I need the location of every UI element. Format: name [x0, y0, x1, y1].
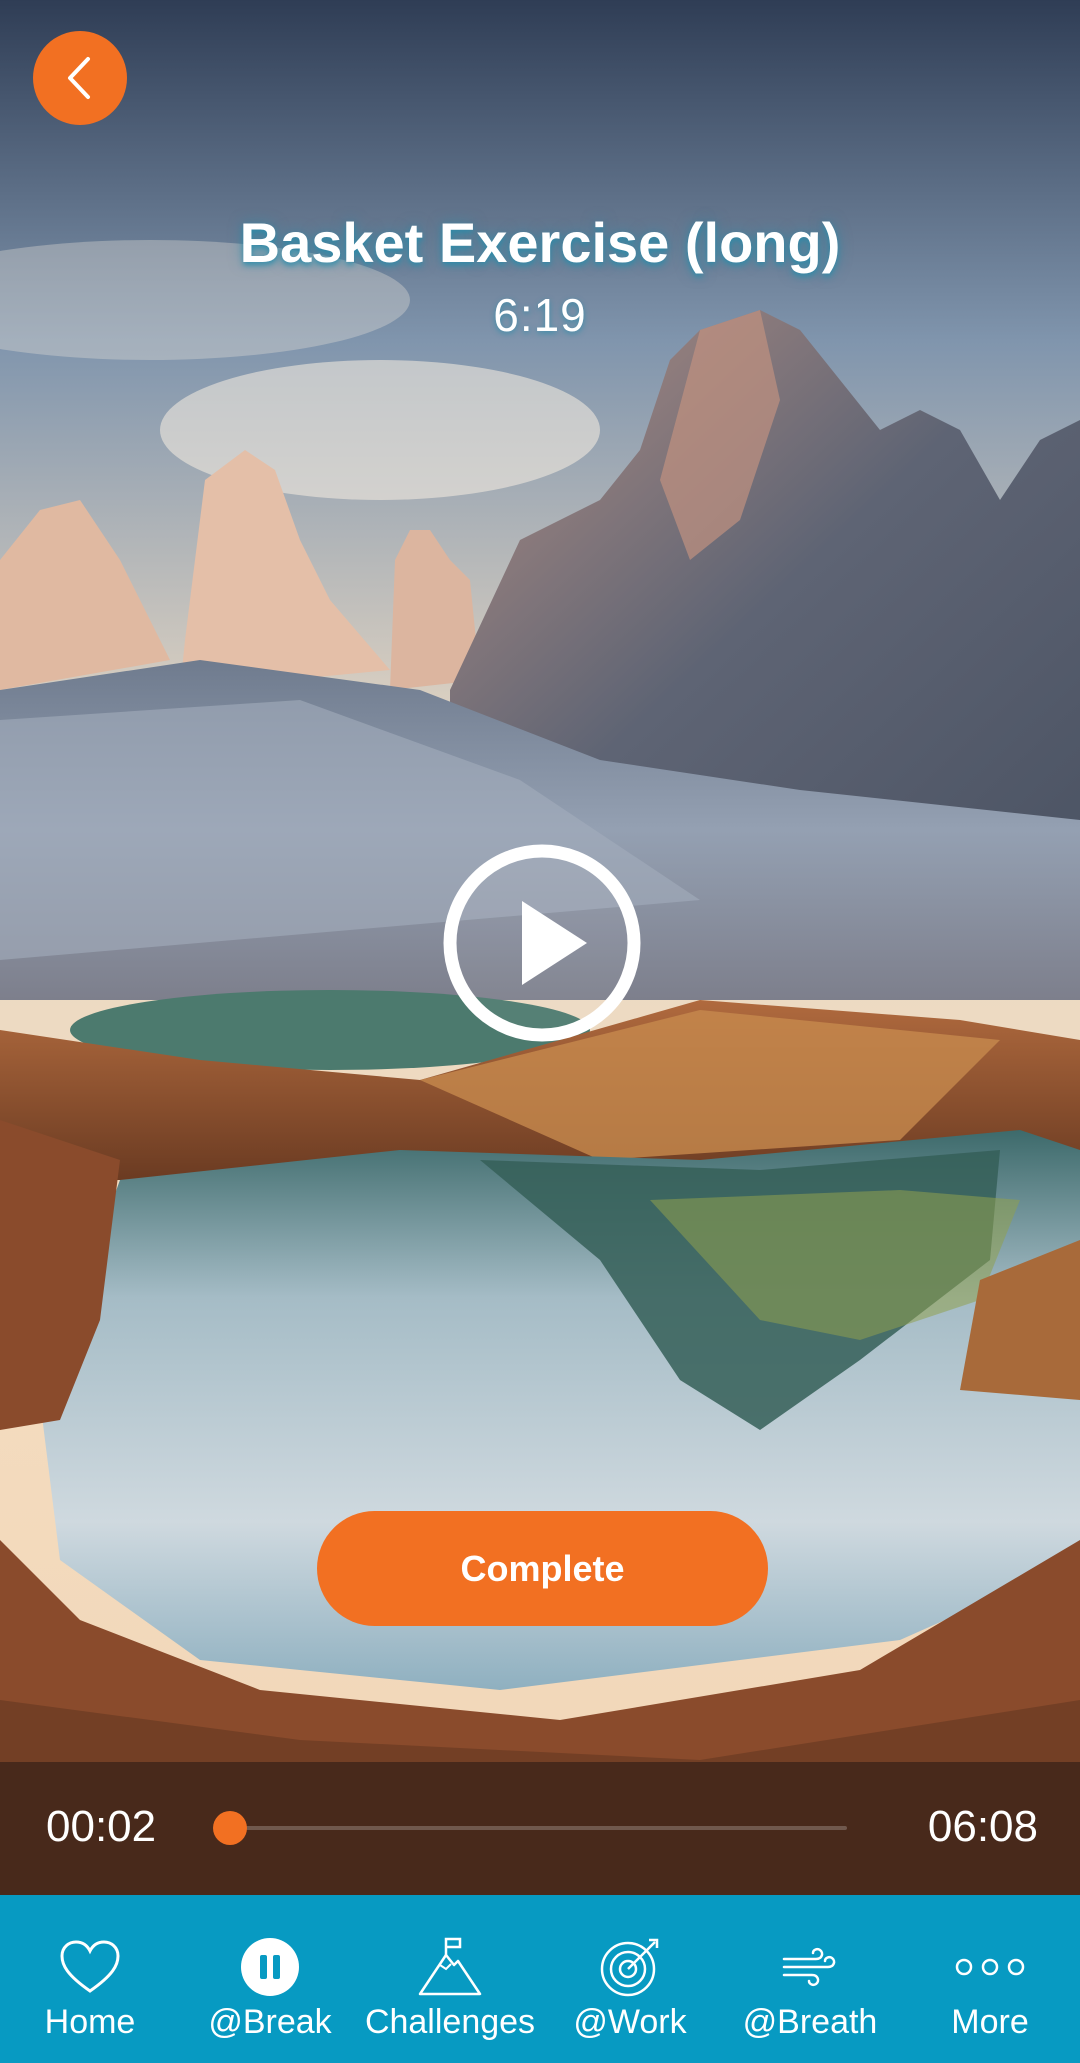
tab-breath[interactable]: @Breath: [720, 1895, 900, 2063]
tab-challenges[interactable]: Challenges: [360, 1895, 540, 2063]
exercise-duration: 6:19: [493, 289, 587, 341]
progress-track[interactable]: [213, 1811, 847, 1845]
tab-home-label: Home: [44, 2003, 136, 2041]
pause-circle-icon: [241, 1938, 299, 1996]
tab-challenges-label: Challenges: [364, 2003, 536, 2041]
exercise-player-screen: Basket Exercise (long) 6:19 Complete 00:…: [0, 0, 1080, 2063]
mountain-flag-icon: [418, 1937, 482, 1996]
more-dots-icon: [955, 1958, 1025, 1976]
tab-break-label: @Break: [208, 2003, 332, 2041]
tab-break[interactable]: @Break: [180, 1895, 360, 2063]
back-button[interactable]: [33, 31, 127, 125]
progress-thumb[interactable]: [213, 1811, 248, 1845]
exercise-title: Basket Exercise (long): [239, 211, 841, 274]
bottom-tab-bar: Home @Break Challenges @Work @Breath Mor…: [0, 1895, 1080, 2063]
complete-button[interactable]: Complete: [317, 1511, 768, 1626]
media-progress-bar: 00:02 06:08: [0, 1762, 1080, 1895]
tab-home[interactable]: Home: [0, 1895, 180, 2063]
tab-more[interactable]: More: [900, 1895, 1080, 2063]
target-icon: [600, 1938, 659, 1997]
tab-work-label: @Work: [573, 2003, 687, 2041]
elapsed-time: 00:02: [46, 1802, 157, 1851]
heart-icon: [60, 1940, 120, 1993]
tab-work[interactable]: @Work: [540, 1895, 720, 2063]
wind-icon: [782, 1947, 836, 1987]
total-time: 06:08: [927, 1802, 1038, 1851]
chevron-left-icon: [68, 57, 90, 99]
play-button[interactable]: [442, 843, 642, 1043]
tab-breath-label: @Breath: [742, 2003, 878, 2041]
tab-more-label: More: [951, 2003, 1029, 2041]
